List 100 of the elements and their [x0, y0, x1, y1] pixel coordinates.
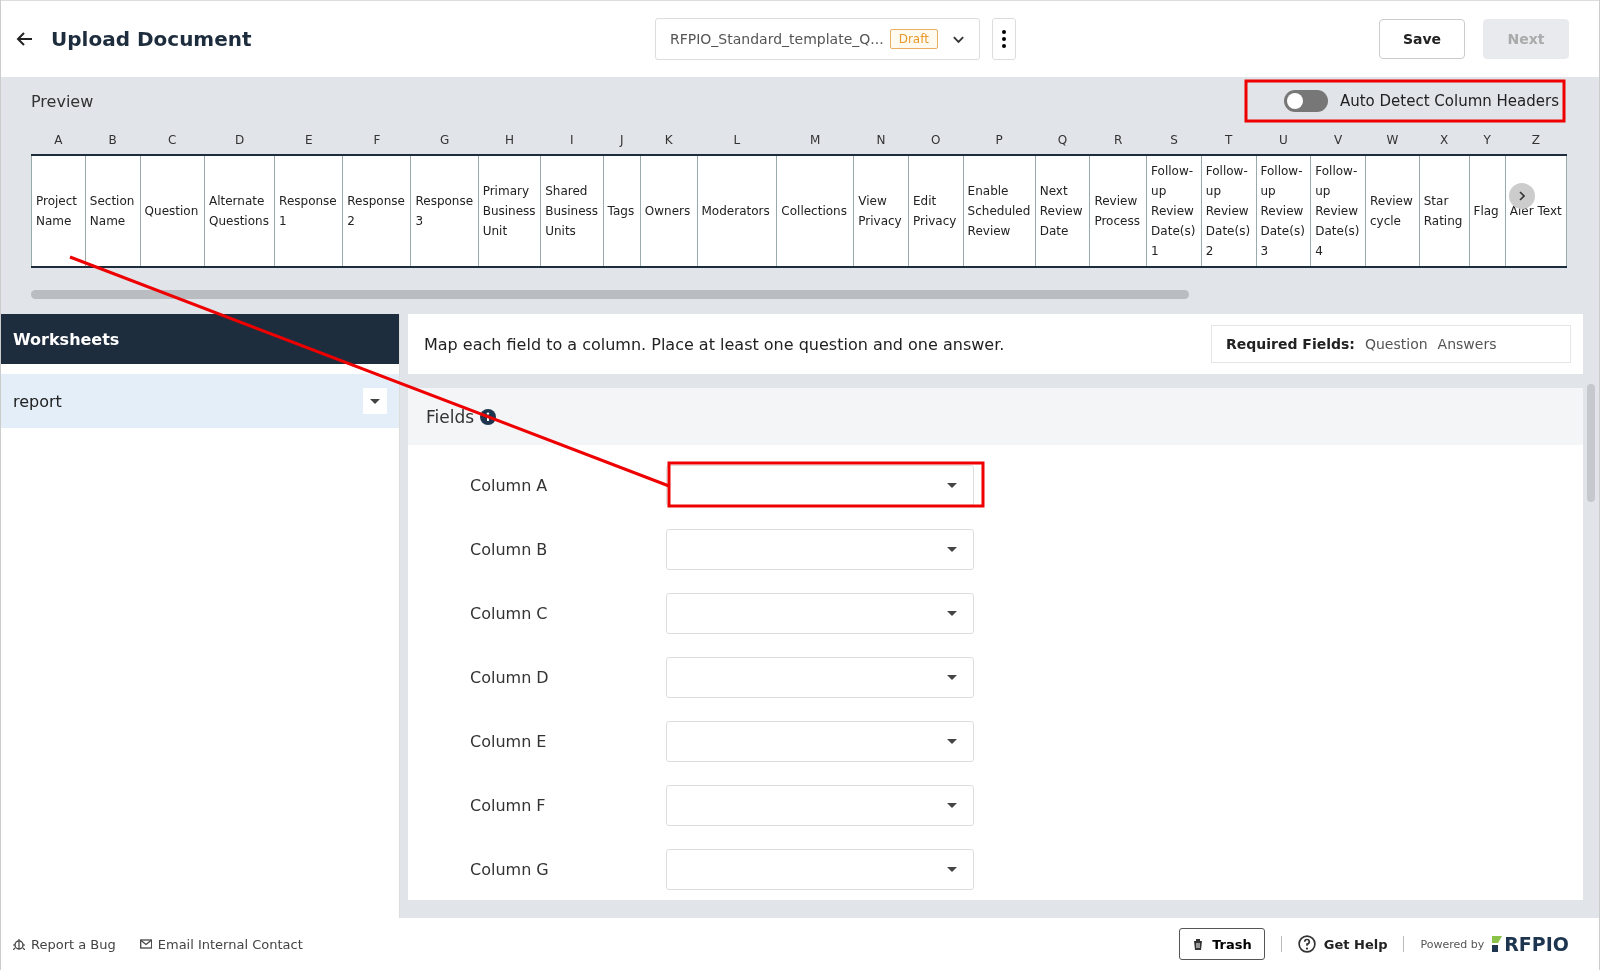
back-arrow-icon[interactable] — [15, 30, 33, 48]
document-name: RFPIO_Standard_template_Q... — [670, 31, 884, 47]
table-cell: Tags — [603, 155, 641, 267]
column-letter: O — [908, 125, 964, 155]
required-field: Question — [1364, 336, 1428, 352]
field-label: Column F — [470, 795, 547, 815]
table-cell: Question — [140, 155, 205, 267]
instructions-text: Map each field to a column. Place at least one question and one answer. — [424, 334, 1005, 354]
field-label: Column A — [470, 475, 549, 495]
caret-icon — [947, 482, 957, 488]
column-letter: Y — [1469, 125, 1506, 155]
caret-icon — [947, 674, 957, 680]
field-label: Column D — [470, 667, 550, 687]
worksheet-item[interactable]: report — [1, 374, 399, 428]
footer-link[interactable]: Report a Bug — [13, 936, 116, 952]
table-cell: Star Rating — [1419, 155, 1470, 267]
dropdown-toggle[interactable] — [363, 388, 387, 414]
trash-icon — [1192, 938, 1205, 950]
info-icon[interactable] — [480, 408, 497, 425]
field-label: Column G — [470, 859, 550, 879]
brand-name: RFPIO — [1504, 933, 1569, 955]
column-letter: J — [603, 125, 641, 155]
document-dropdown[interactable]: RFPIO_Standard_template_Q... Draft — [655, 18, 980, 60]
column-letter: N — [853, 125, 909, 155]
table-cell: Follow-up Review Date(s) 3 — [1256, 155, 1311, 267]
column-letter: X — [1419, 125, 1470, 155]
table-cell: Collections — [776, 155, 854, 267]
column-letter: B — [85, 125, 141, 155]
caret-icon — [370, 398, 380, 404]
bug-icon — [13, 938, 25, 950]
table-cell: Next Review Date — [1035, 155, 1090, 267]
more-options-button[interactable] — [991, 18, 1016, 60]
table-cell: Follow-up Review Date(s) 1 — [1146, 155, 1202, 267]
field-label: Column C — [470, 603, 549, 623]
table-cell: Flag — [1469, 155, 1506, 267]
column-letter: I — [540, 125, 604, 155]
save-button[interactable]: Save — [1379, 19, 1465, 59]
page-title: Upload Document — [51, 27, 252, 51]
draft-badge: Draft — [889, 29, 938, 49]
required-fields-label: Required Fields: — [1226, 336, 1355, 352]
logo-mark-icon — [1492, 936, 1503, 952]
toggle-switch[interactable] — [1283, 90, 1328, 112]
table-cell: Response 3 — [410, 155, 479, 267]
column-letter: Q — [1035, 125, 1090, 155]
table-cell: Enable Scheduled Review — [963, 155, 1036, 267]
column-letter: F — [342, 125, 411, 155]
table-cell: View Privacy — [853, 155, 909, 267]
table-cell: Follow-up Review Date(s) 2 — [1201, 155, 1256, 267]
column-letter: T — [1201, 125, 1256, 155]
caret-icon — [947, 546, 957, 552]
caret-icon — [947, 866, 957, 872]
table-cell: Primary Business Unit — [478, 155, 541, 267]
table-cell: Section Name — [85, 155, 141, 267]
table-cell: Follow-up Review Date(s) 4 — [1310, 155, 1366, 267]
table-cell: Edit Privacy — [908, 155, 964, 267]
column-letter: M — [776, 125, 854, 155]
column-letter: Z — [1505, 125, 1567, 155]
table-cell: Shared Business Units — [540, 155, 604, 267]
column-letter: K — [640, 125, 697, 155]
caret-icon — [947, 610, 957, 616]
column-letter: W — [1365, 125, 1420, 155]
table-cell: Project Name — [31, 155, 86, 267]
column-letter: D — [204, 125, 275, 155]
chevron-down-icon — [951, 34, 965, 44]
table-cell: Alternate Questions — [204, 155, 275, 267]
caret-icon — [947, 738, 957, 744]
table-cell: Review cycle — [1365, 155, 1420, 267]
caret-icon — [947, 802, 957, 808]
worksheets-header: Worksheets — [1, 314, 399, 364]
table-cell: Response 1 — [274, 155, 343, 267]
column-letter: S — [1146, 125, 1202, 155]
trash-button[interactable]: Trash — [1179, 928, 1265, 960]
table-cell: Review Process — [1089, 155, 1147, 267]
footer-link[interactable]: Email Internal Contact — [139, 936, 303, 952]
column-letter: C — [140, 125, 205, 155]
toggle-label: Auto Detect Column Headers — [1339, 92, 1559, 110]
column-letter: H — [478, 125, 541, 155]
help-icon — [1297, 935, 1316, 953]
column-letter: R — [1089, 125, 1147, 155]
required-field: Answers — [1437, 336, 1497, 352]
powered-by-text: Powered by — [1420, 937, 1485, 951]
kebab-icon — [1001, 30, 1006, 48]
column-letter: G — [410, 125, 479, 155]
column-letter: A — [31, 125, 86, 155]
mail-icon — [139, 938, 152, 950]
field-label: Column B — [470, 539, 549, 559]
column-letter: L — [697, 125, 777, 155]
scrollbar-thumb[interactable] — [1587, 384, 1595, 502]
column-letter: E — [274, 125, 343, 155]
chevron-right-icon — [1519, 191, 1525, 201]
table-cell: Owners — [640, 155, 697, 267]
column-letter: U — [1256, 125, 1311, 155]
fields-title: Fields — [426, 406, 475, 427]
preview-title: Preview — [31, 91, 94, 111]
get-help-link[interactable]: Get Help — [1297, 935, 1388, 953]
field-label: Column E — [470, 731, 548, 751]
table-cell: Response 2 — [342, 155, 411, 267]
column-letter: V — [1310, 125, 1366, 155]
scrollbar-thumb[interactable] — [31, 290, 1189, 299]
table-cell: Moderators — [697, 155, 777, 267]
